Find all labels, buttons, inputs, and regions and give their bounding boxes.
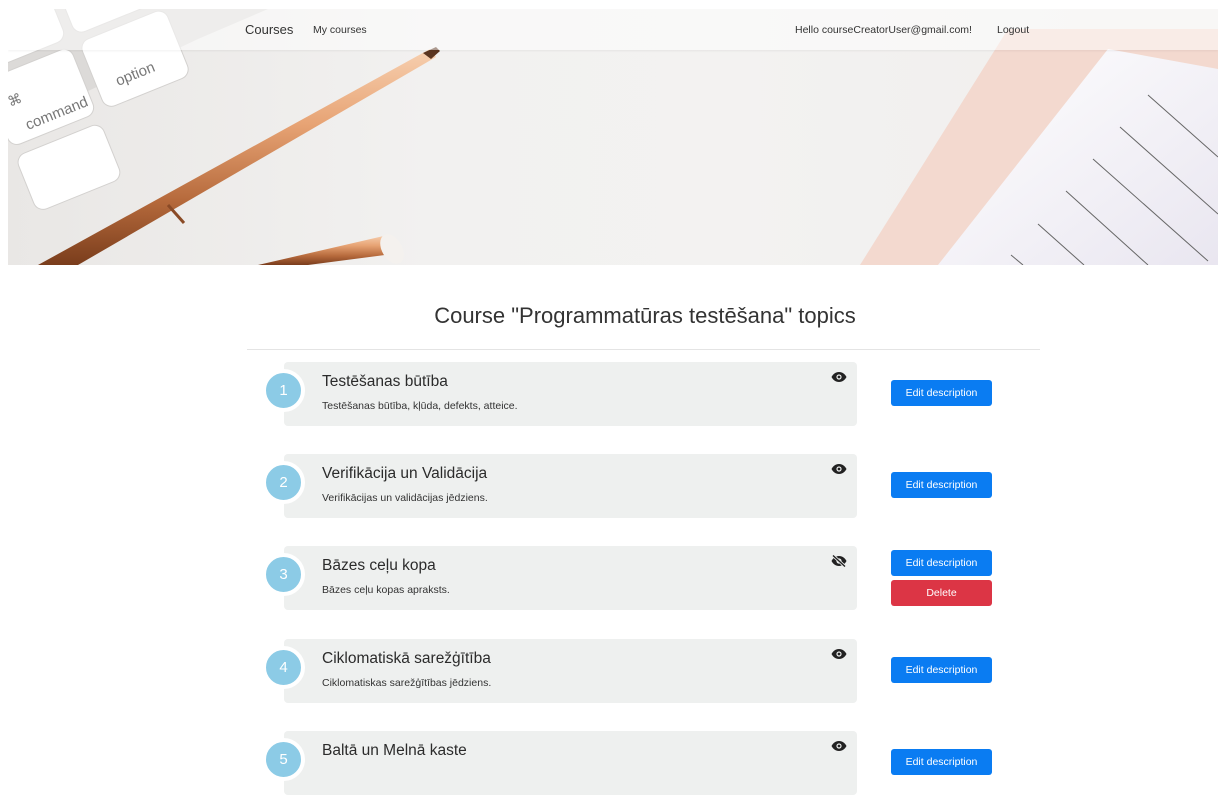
topic-card xyxy=(284,362,857,426)
topic-row: 1 Testēšanas būtība Testēšanas būtība, k… xyxy=(262,362,857,426)
topic-title[interactable]: Baltā un Melnā kaste xyxy=(322,742,467,760)
delete-button[interactable]: Delete xyxy=(891,580,992,606)
top-navbar: Courses My courses Hello courseCreatorUs… xyxy=(8,9,1218,50)
topic-row: 2 Verifikācija un Validācija Verifikācij… xyxy=(262,454,857,518)
eye-icon[interactable] xyxy=(831,648,847,660)
edit-description-button[interactable]: Edit description xyxy=(891,550,992,576)
topic-card xyxy=(284,731,857,795)
topic-description: Testēšanas būtība, kļūda, defekts, attei… xyxy=(322,400,518,412)
topic-description: Bāzes ceļu kopas apraksts. xyxy=(322,584,450,596)
edit-description-button[interactable]: Edit description xyxy=(891,472,992,498)
navbar-brand[interactable]: Courses xyxy=(245,22,293,37)
topic-row: 5 Baltā un Melnā kaste xyxy=(262,731,857,795)
topic-title[interactable]: Bāzes ceļu kopa xyxy=(322,557,436,575)
logout-link[interactable]: Logout xyxy=(997,24,1029,36)
topic-card xyxy=(284,639,857,703)
title-divider xyxy=(247,349,1040,350)
topic-number: 3 xyxy=(262,553,305,596)
topic-card xyxy=(284,454,857,518)
topic-title[interactable]: Verifikācija un Validācija xyxy=(322,465,487,483)
user-greeting[interactable]: Hello courseCreatorUser@gmail.com! xyxy=(795,24,972,36)
topic-title[interactable]: Testēšanas būtība xyxy=(322,373,448,391)
topic-number: 1 xyxy=(262,369,305,412)
topic-row: 4 Ciklomatiskā sarežģītība Ciklomatiskas… xyxy=(262,639,857,703)
topic-title[interactable]: Ciklomatiskā sarežģītība xyxy=(322,650,491,668)
topic-number: 4 xyxy=(262,646,305,689)
topic-card xyxy=(284,546,857,610)
page-title: Course "Programmatūras testēšana" topics xyxy=(0,303,1218,329)
topic-description: Ciklomatiskas sarežģītības jēdziens. xyxy=(322,677,492,689)
topic-description: Verifikācijas un validācijas jēdziens. xyxy=(322,492,488,504)
topic-number: 5 xyxy=(262,738,305,781)
eye-icon[interactable] xyxy=(831,371,847,383)
topic-row: 3 Bāzes ceļu kopa Bāzes ceļu kopas aprak… xyxy=(262,546,857,610)
edit-description-button[interactable]: Edit description xyxy=(891,657,992,683)
eye-icon[interactable] xyxy=(831,740,847,752)
eye-icon[interactable] xyxy=(831,463,847,475)
eye-slash-icon[interactable] xyxy=(831,555,847,567)
edit-description-button[interactable]: Edit description xyxy=(891,380,992,406)
hero-banner: option command ⌘ Courses My courses Hell… xyxy=(8,9,1218,265)
edit-description-button[interactable]: Edit description xyxy=(891,749,992,775)
topic-number: 2 xyxy=(262,461,305,504)
page-title-text: Course "Programmatūras testēšana" topics xyxy=(434,303,856,328)
nav-my-courses-link[interactable]: My courses xyxy=(313,24,367,36)
notebook-illustration xyxy=(860,29,1218,265)
